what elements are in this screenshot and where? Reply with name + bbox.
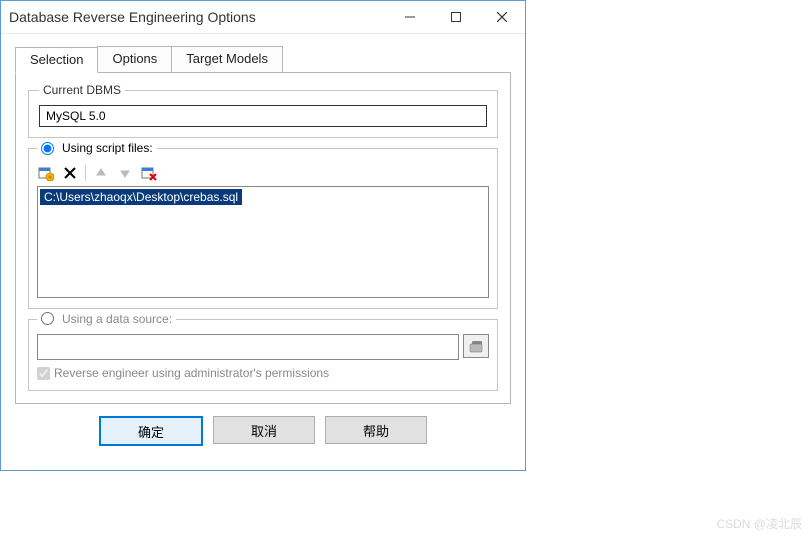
move-down-icon: [116, 164, 134, 182]
data-source-radio[interactable]: [41, 312, 54, 325]
admin-permissions-checkbox: [37, 367, 50, 380]
data-source-group: Using a data source: Reverse engineer us…: [28, 319, 498, 392]
toolbar-separator: [85, 165, 86, 181]
tab-target-models[interactable]: Target Models: [171, 46, 283, 72]
watermark: CSDN @凌北辰: [716, 515, 802, 532]
current-dbms-legend: Current DBMS: [39, 83, 125, 97]
data-source-input: [37, 334, 459, 360]
minimize-button[interactable]: [387, 1, 433, 33]
script-toolbar: [37, 164, 489, 182]
script-files-radio[interactable]: [41, 142, 54, 155]
tab-selection[interactable]: Selection: [15, 47, 98, 73]
window-controls: [387, 1, 525, 33]
dialog-button-row: 确定 取消 帮助: [15, 404, 511, 460]
script-files-group: Using script files:: [28, 148, 498, 309]
clear-files-icon[interactable]: [140, 164, 158, 182]
add-file-icon[interactable]: [37, 164, 55, 182]
move-up-icon: [92, 164, 110, 182]
script-files-label: Using script files:: [62, 141, 153, 155]
script-file-list[interactable]: C:\Users\zhaoqx\Desktop\crebas.sql: [37, 186, 489, 298]
dialog-window: Database Reverse Engineering Options Sel…: [0, 0, 526, 471]
window-title: Database Reverse Engineering Options: [9, 9, 387, 25]
script-files-radio-row[interactable]: Using script files:: [37, 141, 157, 155]
data-source-radio-row[interactable]: Using a data source:: [37, 312, 176, 326]
delete-file-icon[interactable]: [61, 164, 79, 182]
tab-panel-selection: Current DBMS Using script files:: [15, 72, 511, 404]
tab-bar: Selection Options Target Models: [15, 46, 511, 72]
current-dbms-group: Current DBMS: [28, 83, 498, 138]
titlebar: Database Reverse Engineering Options: [1, 1, 525, 34]
cancel-button[interactable]: 取消: [213, 416, 315, 444]
close-button[interactable]: [479, 1, 525, 33]
current-dbms-input[interactable]: [39, 105, 487, 127]
data-source-label: Using a data source:: [62, 312, 172, 326]
admin-permissions-label: Reverse engineer using administrator's p…: [54, 366, 329, 380]
ok-button[interactable]: 确定: [99, 416, 203, 446]
data-source-browse-button[interactable]: [463, 334, 489, 358]
admin-permissions-row: Reverse engineer using administrator's p…: [37, 366, 489, 380]
help-button[interactable]: 帮助: [325, 416, 427, 444]
script-file-item[interactable]: C:\Users\zhaoqx\Desktop\crebas.sql: [40, 189, 242, 205]
maximize-button[interactable]: [433, 1, 479, 33]
dialog-content: Selection Options Target Models Current …: [1, 34, 525, 470]
tab-options[interactable]: Options: [97, 46, 172, 72]
data-source-row: [37, 334, 489, 360]
